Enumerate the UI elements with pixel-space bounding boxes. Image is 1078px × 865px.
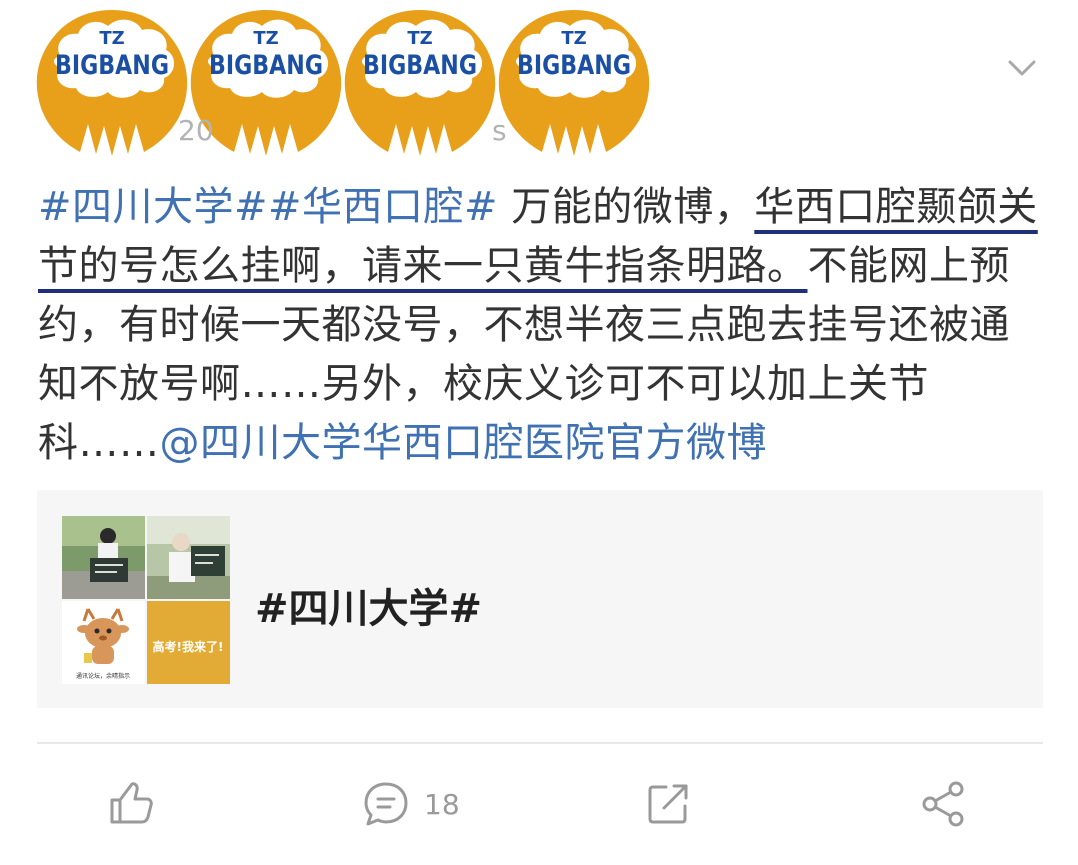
post-time-fragment: 20	[178, 114, 214, 147]
share-button[interactable]	[918, 772, 970, 836]
divider	[37, 742, 1043, 744]
thumb-caption: 通讯论坛，余晴指示	[76, 672, 130, 680]
logo-top-text: TZ	[561, 28, 586, 49]
post-text: #四川大学##华西口腔# 万能的微博，华西口腔颞颌关节的号怎么挂啊，请来一只黄牛…	[38, 178, 1048, 473]
logo-top-text: TZ	[407, 28, 432, 49]
comment-icon	[360, 778, 412, 830]
thumb-student-sign	[62, 516, 145, 599]
logo-main-text: BIGBANG	[517, 50, 631, 81]
like-button[interactable]	[104, 772, 156, 836]
mention-link[interactable]: @四川大学华西口腔医院官方微博	[160, 420, 768, 466]
hashtag-link[interactable]: #华西口腔#	[268, 184, 498, 230]
topic-title[interactable]: #四川大学#	[255, 576, 482, 634]
logo-main-text: BIGBANG	[209, 50, 323, 81]
repost-icon	[642, 778, 694, 830]
bigbang-logo: TZ BIGBANG	[338, 4, 502, 160]
logo-top-text: TZ	[253, 28, 278, 49]
action-bar: 18	[0, 772, 1078, 842]
topic-card[interactable]: 通讯论坛，余晴指示 高考!我来了! #四川大学#	[37, 490, 1043, 708]
thumb-gaokao-banner: 高考!我来了!	[147, 601, 230, 684]
thumb-deer-mascot: 通讯论坛，余晴指示	[62, 601, 145, 684]
logo-top-text: TZ	[99, 28, 124, 49]
hashtag-link[interactable]: #四川大学#	[38, 184, 268, 230]
thumbs-up-icon	[104, 778, 156, 830]
share-icon	[918, 778, 970, 830]
bigbang-logo: TZ BIGBANG	[30, 4, 194, 160]
post-text-segment: 万能的微博，	[498, 184, 755, 230]
post-source-fragment: s	[492, 114, 507, 147]
bigbang-logo: TZ BIGBANG	[492, 4, 656, 160]
topic-thumbnail-grid: 通讯论坛，余晴指示 高考!我来了!	[62, 516, 230, 684]
watermark-logos: TZ BIGBANG TZ BIGBANG TZ BIGBANG TZ BIGB…	[30, 4, 670, 164]
thumb-banner-text: 高考!我来了!	[153, 639, 224, 654]
logo-main-text: BIGBANG	[363, 50, 477, 81]
chevron-down-icon[interactable]	[1004, 50, 1040, 86]
thumb-graduate-sign	[147, 516, 230, 599]
repost-button[interactable]	[642, 772, 694, 836]
logo-main-text: BIGBANG	[55, 50, 169, 81]
comment-count: 18	[424, 787, 460, 821]
comment-button[interactable]: 18	[360, 772, 460, 836]
